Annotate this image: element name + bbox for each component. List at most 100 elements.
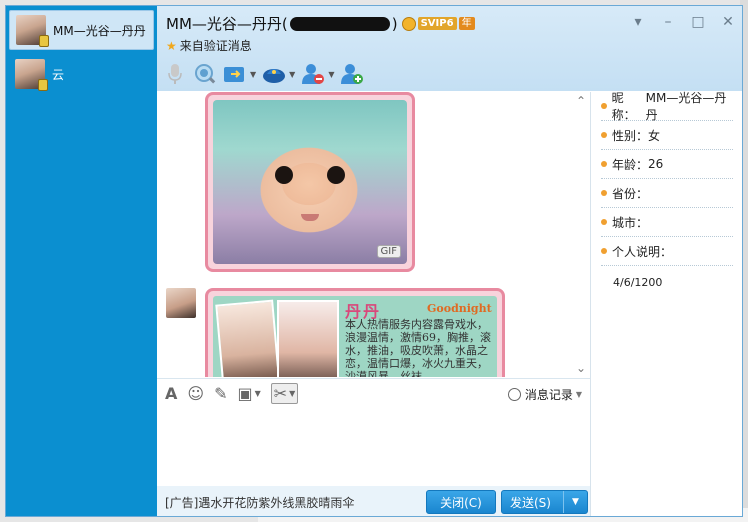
source-note: ★ 来自验证消息 — [166, 37, 252, 54]
footer: [广告]遇水开花防紫外线黑胶晴雨伞 关闭(C) 发送(S) ▼ — [157, 486, 590, 516]
chevron-down-icon[interactable]: ▼ — [289, 389, 295, 398]
sidebar-item-label: MM—光谷—丹丹 — [53, 23, 146, 38]
message-history-button[interactable]: 消息记录 ▼ — [507, 386, 582, 403]
source-note-text: 来自验证消息 — [179, 39, 252, 53]
bullet-icon — [601, 103, 607, 109]
maximize-icon[interactable]: □ — [690, 14, 706, 30]
avatar — [15, 59, 48, 91]
mobile-badge-icon — [39, 35, 49, 47]
video-button[interactable] — [193, 61, 217, 87]
chat-window: MM—光谷—丹丹 云 MM—光谷—丹丹 ( ) SVIP6 年 ★ 来自验证消息… — [5, 5, 743, 517]
eye-right — [327, 166, 345, 184]
profile-value: 女 — [648, 128, 661, 143]
avatar — [16, 15, 49, 47]
profile-row-gender: 性别：女 — [601, 121, 733, 150]
profile-bio-text: 4/6/1200 — [613, 276, 663, 289]
add-contact-button[interactable] — [340, 61, 364, 87]
redacted-id — [289, 16, 390, 31]
mouth — [301, 214, 319, 221]
message-history-label: 消息记录 — [524, 388, 573, 402]
profile-label: 省份： — [612, 186, 649, 201]
font-icon[interactable]: A — [165, 384, 177, 403]
remove-contact-icon — [301, 62, 325, 86]
screenshot-icon[interactable]: ✂ ▼ — [270, 383, 299, 404]
message-input[interactable] — [157, 408, 590, 486]
window-controls: ▾ – □ ✕ — [630, 14, 736, 30]
menu-dropdown-icon[interactable]: ▾ — [630, 14, 646, 30]
ad-link[interactable]: [广告]遇水开花防紫外线黑胶晴雨伞 — [165, 494, 354, 511]
profile-row-age: 年龄： 26 — [601, 150, 733, 179]
bullet-icon — [601, 161, 607, 167]
profile-row-province: 省份： — [601, 179, 733, 208]
photo-left — [215, 299, 281, 377]
video-icon — [193, 62, 217, 86]
chevron-down-icon[interactable]: ▼ — [328, 70, 334, 79]
microphone-icon — [163, 62, 187, 86]
minimize-icon[interactable]: – — [660, 14, 676, 30]
send-options-chevron-icon[interactable]: ▼ — [563, 491, 587, 513]
profile-label: 昵称： — [611, 91, 636, 122]
baby-photo: GIF — [213, 100, 407, 264]
advert-card-image: 丹丹 Goodnight 本人热情服务内容露骨戏水，浪漫温情，激情69，胸推，滚… — [213, 296, 497, 377]
bullet-icon — [601, 132, 607, 138]
profile-label: 个人说明： — [612, 244, 673, 259]
card-subtitle: Goodnight — [427, 302, 492, 315]
chevron-down-icon[interactable]: ▼ — [289, 70, 295, 79]
bullet-icon — [601, 219, 607, 225]
star-icon: ★ — [166, 38, 177, 53]
image-message[interactable]: 丹丹 Goodnight 本人热情服务内容露骨戏水，浪漫温情，激情69，胸推，滚… — [205, 288, 505, 377]
close-icon[interactable]: ✕ — [720, 14, 736, 30]
image-icon[interactable]: ▣ ▼ — [237, 384, 260, 403]
eye-left — [275, 166, 293, 184]
profile-panel: 昵称： MM—光谷—丹丹 性别：女 年龄： 26 省份： 城市： 个人说明： 4/6… — [590, 91, 742, 516]
bullet-icon — [601, 190, 607, 196]
avatar[interactable] — [166, 288, 196, 318]
title-paren-open: ( — [281, 14, 288, 33]
sidebar-item-yun[interactable]: 云 — [9, 54, 154, 94]
voice-button[interactable] — [163, 61, 187, 87]
send-button[interactable]: 发送(S) ▼ — [501, 490, 588, 514]
clock-icon — [507, 388, 521, 401]
vip-badge[interactable]: SVIP6 — [417, 17, 457, 30]
profile-row-bio: 个人说明： — [601, 237, 733, 266]
profile-value: 26 — [648, 157, 664, 171]
input-toolbar: A ☺ ✎ ▣ ▼ ✂ ▼ 消息记录 ▼ — [157, 378, 590, 408]
file-transfer-button[interactable]: ▼ — [223, 61, 256, 87]
photo-right — [277, 300, 339, 377]
contact-name: MM—光谷—丹丹 — [166, 15, 282, 33]
profile-row-nickname: 昵称： MM—光谷—丹丹 — [601, 91, 733, 122]
emoji-icon[interactable]: ☺ — [187, 384, 204, 403]
profile-row-city: 城市： — [601, 208, 733, 237]
contact-sidebar: MM—光谷—丹丹 云 — [6, 6, 157, 516]
main-panel: MM—光谷—丹丹 ( ) SVIP6 年 ★ 来自验证消息 ▾ – □ ✕ ▼ … — [157, 6, 742, 516]
bullet-icon — [601, 248, 607, 254]
chevron-down-icon[interactable]: ▼ — [255, 389, 261, 398]
chevron-down-icon[interactable]: ▼ — [250, 70, 256, 79]
mobile-badge-icon — [38, 79, 48, 91]
message-list[interactable]: GIF 丹丹 Goodnight 本人热情服务内容露骨戏水，浪漫温情，激情69，… — [157, 92, 590, 377]
title-paren-close: ) — [391, 14, 398, 33]
send-button-label: 发送(S) — [510, 495, 551, 510]
profile-label: 年龄： — [612, 157, 649, 172]
collapse-down-icon[interactable]: ⌄ — [576, 361, 586, 375]
vip-year-badge: 年 — [458, 17, 475, 30]
sidebar-item-dandan[interactable]: MM—光谷—丹丹 — [9, 10, 154, 50]
gif-message[interactable]: GIF — [205, 92, 415, 272]
chevron-down-icon[interactable]: ▼ — [576, 390, 582, 399]
gif-badge: GIF — [376, 245, 401, 258]
card-text: 本人热情服务内容露骨戏水，浪漫温情，激情69，胸推，滚水，推油，吸皮吹萧，水晶之… — [345, 318, 491, 377]
collapse-up-icon[interactable]: ⌃ — [576, 94, 586, 108]
profile-label: 性别： — [612, 128, 649, 143]
app-icon — [262, 62, 286, 86]
chat-toolbar: ▼ ▼ ▼ — [163, 60, 370, 88]
close-button[interactable]: 关闭(C) — [426, 490, 496, 514]
app-button[interactable]: ▼ — [262, 61, 295, 87]
edit-icon[interactable]: ✎ — [214, 384, 227, 403]
add-contact-icon — [340, 62, 364, 86]
file-transfer-icon — [223, 62, 247, 86]
profile-label: 城市： — [612, 215, 649, 230]
sidebar-item-label: 云 — [52, 67, 65, 82]
penguin-icon — [401, 16, 416, 31]
remove-contact-button[interactable]: ▼ — [301, 61, 334, 87]
page-title: MM—光谷—丹丹 ( ) SVIP6 年 — [166, 13, 475, 34]
